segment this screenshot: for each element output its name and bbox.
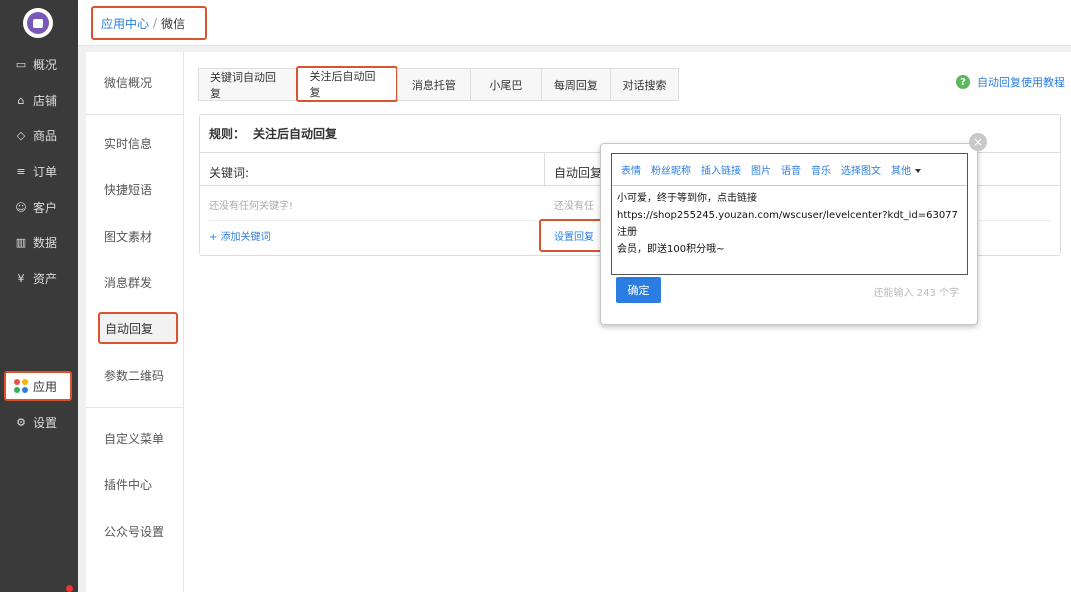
sidebar-item-label: 商品 xyxy=(33,128,58,143)
toolbar-more[interactable]: 其他 xyxy=(891,162,921,177)
content-line: 小可爱，终于等到你，点击链接 xyxy=(617,193,757,204)
toolbar-more-label: 其他 xyxy=(891,166,911,177)
toolbar-insert-link[interactable]: 插入链接 xyxy=(701,162,741,177)
user-icon: ☺ xyxy=(15,200,27,214)
subnav-item-broadcast[interactable]: 消息群发 xyxy=(104,274,152,291)
reply-textarea[interactable]: 小可爱，终于等到你，点击链接 https://shop255245.youzan… xyxy=(612,186,967,262)
sidebar-item-products[interactable]: ◇ 商品 xyxy=(0,121,78,149)
tab-tail[interactable]: 小尾巴 xyxy=(469,68,542,100)
bar-chart-icon: ▥ xyxy=(15,235,27,249)
toolbar-select-article[interactable]: 选择图文 xyxy=(841,162,881,177)
sidebar-item-label: 订单 xyxy=(33,164,58,179)
sidebar-item-label: 设置 xyxy=(33,415,58,430)
subnav-item-realtime[interactable]: 实时信息 xyxy=(104,135,152,152)
sidebar-item-assets[interactable]: ¥ 资产 xyxy=(0,264,78,292)
rule-title-prefix: 规则： xyxy=(209,127,246,141)
subnav-divider xyxy=(86,407,184,408)
sidebar-item-settings[interactable]: ⚙ 设置 xyxy=(0,408,78,436)
sidebar-item-store[interactable]: ⌂ 店铺 xyxy=(0,86,78,114)
tab-chat-search[interactable]: 对话搜索 xyxy=(609,68,680,100)
currency-icon: ¥ xyxy=(17,271,25,285)
subnav-item-qrcode[interactable]: 参数二维码 xyxy=(104,367,164,384)
toolbar-image[interactable]: 图片 xyxy=(751,162,771,177)
rule-title: 规则： 关注后自动回复 xyxy=(209,125,337,142)
empty-autoreply-text: 还没有任 xyxy=(554,201,594,212)
tab-message-hosting[interactable]: 消息托管 xyxy=(396,68,471,100)
monitor-icon: ▭ xyxy=(15,57,27,71)
sidebar-item-apps[interactable]: 应用 xyxy=(4,371,72,401)
top-header: 应用中心 / 微信 xyxy=(78,0,1071,46)
char-counter: 还能输入 243 个字 xyxy=(873,288,959,299)
subnav-item-auto-reply[interactable]: 自动回复 xyxy=(98,312,178,344)
breadcrumb-current: 微信 xyxy=(161,16,186,31)
store-icon: ⌂ xyxy=(17,93,25,107)
sidebar-item-orders[interactable]: ≡ 订单 xyxy=(0,157,78,185)
tab-weekly-reply[interactable]: 每周回复 xyxy=(540,68,611,100)
help-link-label: 自动回复使用教程 xyxy=(977,76,1065,89)
sidebar-item-label: 数据 xyxy=(33,235,58,250)
chevron-down-icon xyxy=(915,169,921,173)
help-tutorial-link[interactable]: ? 自动回复使用教程 xyxy=(956,74,1065,90)
subnav-item-account-settings[interactable]: 公众号设置 xyxy=(104,523,164,540)
rule-title-name: 关注后自动回复 xyxy=(253,127,338,141)
sidebar-item-label: 资产 xyxy=(33,271,58,286)
editor-toolbar: 表情 粉丝昵称 插入链接 图片 语音 音乐 选择图文 其他 xyxy=(612,154,967,186)
subnav-divider xyxy=(86,114,184,115)
add-keyword-link[interactable]: + 添加关键词 xyxy=(209,228,271,243)
subnav-item-overview[interactable]: 微信概况 xyxy=(104,74,152,91)
keyword-column-header: 关键词: xyxy=(209,166,250,180)
sidebar-item-label: 应用 xyxy=(33,379,58,394)
sidebar-item-label: 店铺 xyxy=(33,93,58,108)
toolbar-emoji[interactable]: 表情 xyxy=(621,162,641,177)
breadcrumb-app-center[interactable]: 应用中心 xyxy=(101,15,149,32)
sidebar-item-overview[interactable]: ▭ 概况 xyxy=(0,50,78,78)
toolbar-fan-nickname[interactable]: 粉丝昵称 xyxy=(651,162,691,177)
set-reply-link[interactable]: 设置回复 xyxy=(539,219,603,252)
tag-icon: ◇ xyxy=(16,128,26,142)
content-line: 会员，即送100积分哦~ xyxy=(617,244,725,255)
autoreply-column-header: 自动回复 xyxy=(554,166,603,180)
editor-footer: 确定 还能输入 243 个字 xyxy=(611,275,968,305)
empty-keyword-text: 还没有任何关键字! xyxy=(209,201,294,212)
column-divider xyxy=(544,153,545,185)
toolbar-voice[interactable]: 语音 xyxy=(781,162,801,177)
gear-icon: ⚙ xyxy=(16,415,26,429)
help-icon: ? xyxy=(956,75,970,89)
auto-reply-tabs: 关键词自动回复 关注后自动回复 消息托管 小尾巴 每周回复 对话搜索 xyxy=(198,66,680,102)
breadcrumb: 应用中心 / 微信 xyxy=(91,6,207,40)
reply-editor-popover: 表情 粉丝昵称 插入链接 图片 语音 音乐 选择图文 其他 小可爱，终于等到你，… xyxy=(600,143,978,325)
tab-follow-reply[interactable]: 关注后自动回复 xyxy=(296,66,398,102)
subnav-item-custom-menu[interactable]: 自定义菜单 xyxy=(104,430,164,447)
toolbar-music[interactable]: 音乐 xyxy=(811,162,831,177)
tab-keyword-reply[interactable]: 关键词自动回复 xyxy=(198,68,298,100)
subnav-item-materials[interactable]: 图文素材 xyxy=(104,228,152,245)
close-icon[interactable]: × xyxy=(969,133,987,151)
subnav-item-quick-phrases[interactable]: 快捷短语 xyxy=(104,181,152,198)
apps-icon xyxy=(14,379,28,393)
wechat-subnav: 微信概况 实时信息 快捷短语 图文素材 消息群发 自动回复 参数二维码 自定义菜… xyxy=(86,52,184,592)
subnav-item-plugins[interactable]: 插件中心 xyxy=(104,476,152,493)
sidebar-item-data[interactable]: ▥ 数据 xyxy=(0,228,78,256)
list-icon: ≡ xyxy=(16,164,26,178)
confirm-button[interactable]: 确定 xyxy=(616,277,661,303)
sidebar-item-customers[interactable]: ☺ 客户 xyxy=(0,193,78,221)
sidebar-item-label: 概况 xyxy=(33,57,58,72)
main-sidebar: ▭ 概况 ⌂ 店铺 ◇ 商品 ≡ 订单 ☺ 客户 ▥ 数据 ¥ 资产 应用 ⚙ … xyxy=(0,0,78,592)
sidebar-item-label: 客户 xyxy=(33,200,58,215)
notification-dot xyxy=(66,585,73,592)
breadcrumb-separator: / xyxy=(153,16,158,30)
reply-editor: 表情 粉丝昵称 插入链接 图片 语音 音乐 选择图文 其他 小可爱，终于等到你，… xyxy=(611,153,968,275)
shop-logo[interactable] xyxy=(23,8,53,38)
content-line: https://shop255245.youzan.com/wscuser/le… xyxy=(617,210,958,238)
